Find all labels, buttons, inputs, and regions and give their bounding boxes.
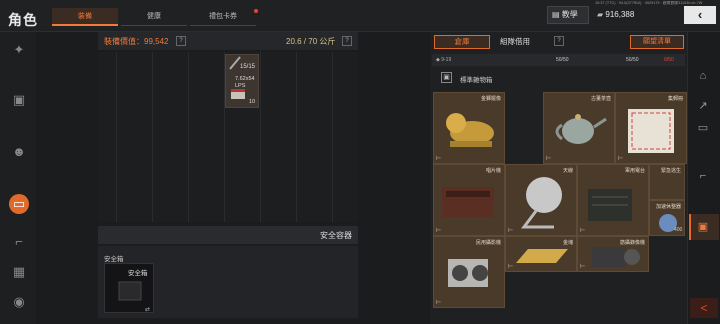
flag-icon: ⊢ [436, 300, 442, 306]
back-button[interactable]: ‹ [684, 6, 716, 24]
flag-icon: ⊢ [508, 228, 514, 234]
page-title: 角色 [8, 12, 38, 28]
team-help-button[interactable]: ? [554, 36, 564, 46]
item-label: 緊急逃生 [660, 168, 681, 174]
currency-display: ▰ 916,388 [597, 8, 675, 22]
item-label: 天線 [562, 168, 573, 174]
item-civilian-camera[interactable]: 民用攝影機 ⊢ [433, 236, 505, 308]
ammo-durability: 15/15 [240, 64, 256, 70]
item-count: 400 [674, 227, 683, 233]
flag-icon: ⊢ [508, 264, 514, 270]
flag-icon: ⊢ [436, 228, 442, 234]
pistol-icon[interactable]: ⌐ [9, 232, 29, 252]
safe-item-label: 安全箱 [128, 270, 148, 277]
stamp-album-icon [628, 109, 674, 153]
item-label: 金塊 [562, 240, 573, 246]
tutorial-button[interactable]: ▤ 教學 [547, 6, 589, 24]
antenna-icon [521, 177, 562, 229]
face-icon[interactable]: ☻ [9, 142, 29, 162]
coin-icon[interactable]: ◉ [9, 292, 29, 312]
tab-team-borrow[interactable]: 組隊借用 [500, 36, 530, 47]
category-label: 標準雜物箱 [460, 77, 493, 84]
warehouse-range: ◆ 9-19 [436, 57, 451, 63]
home-icon[interactable]: ⌂ [693, 66, 713, 86]
bag-icon[interactable]: ▭ [9, 194, 29, 214]
tab-warehouse[interactable]: 倉庫 [434, 35, 490, 49]
ammo-quantity: 10 [249, 99, 256, 105]
radio-icon [588, 189, 632, 221]
gift-icon[interactable]: ▦ [9, 262, 29, 282]
item-label: 集郵冊 [667, 96, 683, 102]
teapot-icon [555, 114, 607, 144]
id-card-icon[interactable]: ▭ [693, 118, 713, 138]
safe-slot-label: 安全箱 [104, 256, 124, 263]
flag-icon: ⊢ [580, 264, 586, 270]
capacity-1: 50/50 [556, 57, 569, 63]
weapon-icon[interactable]: ↗ [693, 96, 713, 116]
item-label: 唱片機 [485, 168, 501, 174]
flag-icon: ⊢ [580, 228, 586, 234]
capacity-2: 50/50 [626, 57, 639, 63]
value-help-button[interactable]: ? [176, 36, 186, 46]
wishlist-button[interactable]: 願望清單 [630, 35, 684, 49]
item-emergency-escape[interactable]: 緊急逃生 [649, 164, 685, 200]
item-label: 筋攝錄像機 [619, 240, 645, 246]
safe-container-header [98, 226, 358, 244]
category-icon: ▣ [441, 72, 452, 83]
flag-icon: ⊢ [546, 156, 552, 162]
box-icon[interactable]: ▣ [693, 217, 713, 237]
item-recovery-device[interactable]: 加速休整器 400 [649, 200, 685, 236]
camera-icon [448, 259, 488, 287]
item-stamp-album[interactable]: 集郵冊 ⊢ [615, 92, 687, 164]
record-player-icon [442, 187, 494, 217]
tab-equipment[interactable]: 裝備 [52, 8, 118, 26]
book-icon: ▤ [552, 10, 562, 19]
item-label: 軍用電台 [624, 168, 645, 174]
safe-container-title: 安全容器 [320, 231, 352, 240]
item-antenna[interactable]: 天線 ⊢ [505, 164, 577, 236]
gold-lion-icon [446, 113, 494, 147]
weight-display: 20.6 / 70 公斤 [286, 37, 336, 46]
item-label: 金獅擺像 [480, 96, 501, 102]
item-military-radio[interactable]: 軍用電台 ⊢ [577, 164, 649, 236]
item-gold-lion[interactable]: 金獅擺像 ⊢ [433, 92, 505, 164]
equipment-value-label: 裝備價值： [104, 37, 144, 46]
tab-gift-cards[interactable]: 禮包卡券 [190, 8, 256, 26]
item-record-player[interactable]: 唱片機 ⊢ [433, 164, 505, 236]
item-label: 古董茶壺 [590, 96, 611, 102]
equipment-value: 裝備價值：99,542 [104, 36, 168, 47]
ammo-name: 7.62x54 LPS [235, 76, 255, 89]
svg-text:⇄: ⇄ [145, 306, 150, 313]
range-value: 9-19 [441, 57, 452, 63]
collapse-button[interactable]: < [690, 298, 718, 318]
item-antique-teapot[interactable]: 古董茶壺 ⊢ [543, 92, 615, 164]
item-video-recorder[interactable]: 筋攝錄像機 ⊢ [577, 236, 649, 272]
flag-icon: ⊢ [436, 156, 442, 162]
rifle-icon[interactable]: ⌐ [693, 166, 713, 186]
tab-health[interactable]: 健康 [121, 8, 187, 26]
capacity-3: 0/50 [664, 57, 674, 63]
weight-help-button[interactable]: ? [342, 36, 352, 46]
notification-dot [254, 9, 258, 13]
tutorial-label: 教學 [561, 10, 578, 19]
equipment-value-amount: 99,542 [144, 37, 169, 46]
item-gold-bar[interactable]: 金塊 ⊢ [505, 236, 577, 272]
item-label: 民用攝影機 [475, 240, 501, 246]
currency-amount: 916,388 [605, 10, 635, 19]
flag-icon: ⊢ [618, 156, 624, 162]
gun-icon[interactable]: ✦ [9, 40, 29, 60]
vest-icon[interactable]: ▣ [9, 90, 29, 110]
item-label: 加速休整器 [655, 204, 681, 210]
